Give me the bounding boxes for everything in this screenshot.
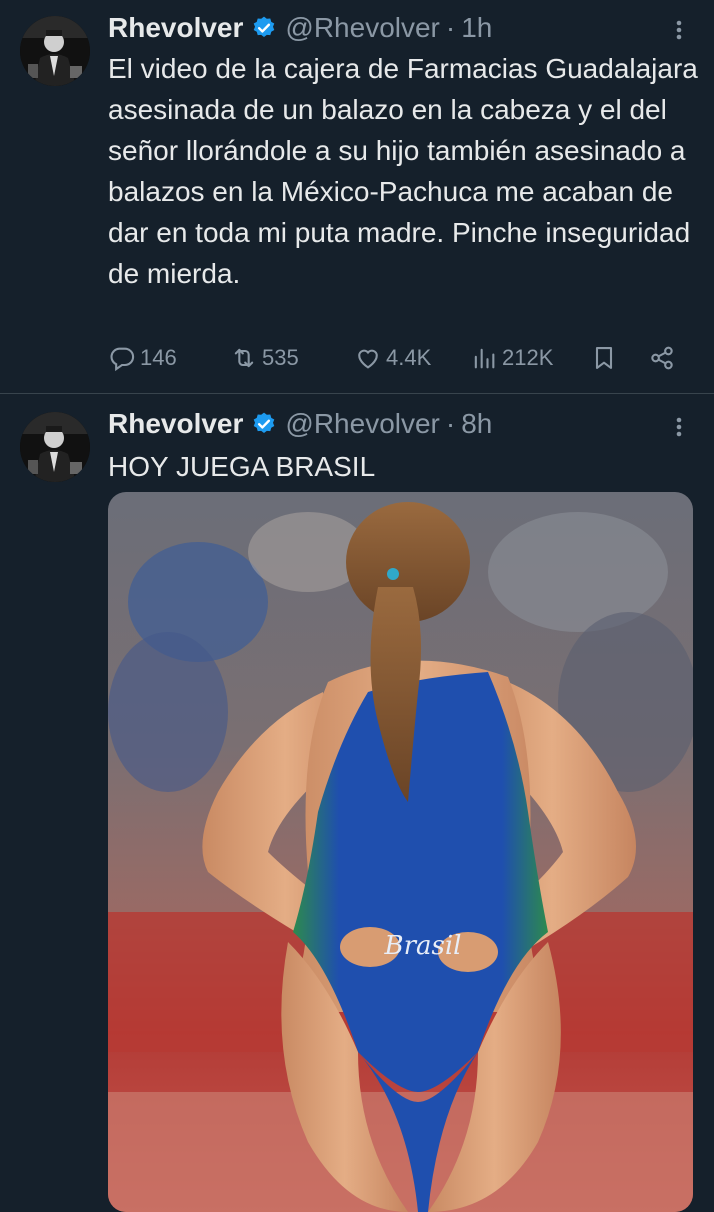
- reply-button[interactable]: 146: [108, 344, 177, 372]
- timestamp[interactable]: 8h: [461, 408, 492, 440]
- verified-badge-icon: [254, 16, 275, 37]
- tweet-text: HOY JUEGA BRASIL: [108, 451, 376, 482]
- separator: ·: [445, 12, 456, 43]
- reply-count: 146: [140, 345, 177, 370]
- views-button[interactable]: 212K: [470, 344, 553, 372]
- tweet-header: Rhevolver @Rhevolver · 1h: [108, 8, 492, 48]
- avatar[interactable]: [20, 16, 90, 86]
- views-icon: [474, 348, 495, 369]
- tweet-photo[interactable]: Brasil: [108, 492, 693, 1212]
- share-button[interactable]: [648, 344, 676, 372]
- suit-text: Brasil: [383, 931, 461, 961]
- bookmark-button[interactable]: [590, 344, 618, 372]
- verified-badge-icon: [254, 412, 275, 433]
- repost-count: 535: [262, 345, 299, 370]
- athlete-photo: Brasil: [108, 492, 693, 1212]
- avatar-image: [20, 16, 90, 86]
- reply-icon: [110, 347, 135, 372]
- separator: ·: [445, 408, 456, 439]
- tweet-text: El video de la cajera de Farmacias Guada…: [108, 53, 698, 289]
- timestamp[interactable]: 1h: [461, 12, 492, 44]
- like-count: 4.4K: [386, 345, 432, 370]
- tweet[interactable]: Rhevolver @Rhevolver · 1h El video de la…: [0, 0, 714, 393]
- author-name[interactable]: Rhevolver: [108, 12, 243, 44]
- repost-icon: [234, 348, 254, 368]
- repost-button[interactable]: 535: [230, 344, 299, 372]
- author-name[interactable]: Rhevolver: [108, 408, 243, 440]
- more-icon[interactable]: [664, 15, 694, 45]
- like-icon: [358, 349, 378, 369]
- like-button[interactable]: 4.4K: [354, 344, 431, 372]
- action-bar: 146 535 4.4K 212K: [108, 340, 688, 380]
- views-count: 212K: [502, 345, 554, 370]
- share-icon: [651, 346, 673, 370]
- author-handle[interactable]: @Rhevolver: [285, 408, 439, 440]
- tweet-header: Rhevolver @Rhevolver · 8h: [108, 404, 492, 444]
- avatar-image: [20, 412, 90, 482]
- avatar[interactable]: [20, 412, 90, 482]
- author-handle[interactable]: @Rhevolver: [285, 12, 439, 44]
- more-icon[interactable]: [664, 412, 694, 442]
- bookmark-icon: [595, 347, 613, 369]
